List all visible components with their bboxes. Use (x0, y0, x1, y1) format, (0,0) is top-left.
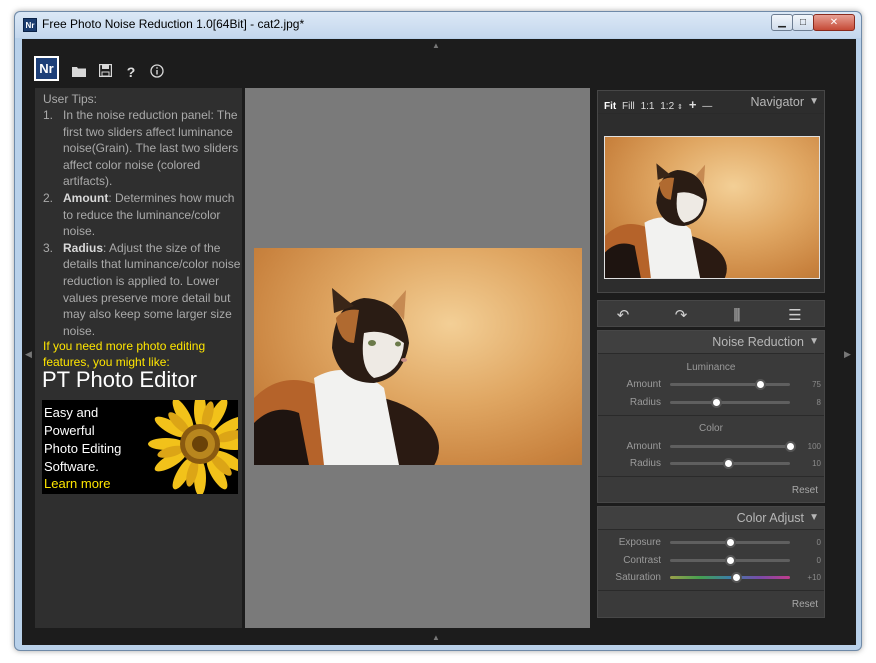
toolbar: Nr ? (34, 56, 434, 86)
product-title[interactable]: PT Photo Editor (42, 369, 197, 390)
tip-item: 3. Radius: Adjust the size of the details… (43, 240, 241, 338)
chevron-down-icon[interactable]: ▼ (809, 96, 819, 107)
tips-title: User Tips: (43, 92, 98, 106)
zoom-1-1-button[interactable]: 1:1 (641, 101, 655, 112)
slider-thumb[interactable] (725, 537, 736, 548)
slider-value: 75 (812, 380, 821, 389)
slider-label: Amount (626, 379, 661, 390)
chevron-down-icon[interactable]: ▼ (809, 336, 819, 347)
slider-thumb[interactable] (755, 379, 766, 390)
tip-item: 1. In the noise reduction panel: The firs… (43, 108, 239, 189)
navigator-title: Navigator (750, 95, 805, 109)
color-label: Color (699, 423, 723, 434)
navigator-header[interactable]: Fit Fill 1:1 1:2 ⇕ + — Navigator ▼ (598, 91, 824, 113)
ad-banner[interactable]: Easy and Powerful Photo Editing Software… (42, 400, 238, 494)
divider (598, 529, 824, 530)
zoom-stepper-icon[interactable]: ⇕ (677, 104, 683, 111)
noise-reduction-title: Noise Reduction (712, 335, 804, 349)
help-icon[interactable]: ? (123, 64, 139, 80)
window-title: Free Photo Noise Reduction 1.0[64Bit] - … (42, 17, 305, 31)
divider (598, 415, 824, 416)
info-icon[interactable] (149, 64, 165, 80)
right-panel: Fit Fill 1:1 1:2 ⇕ + — Navigator ▼ ↶ ↷ ⫼… (595, 88, 827, 628)
contrast-slider[interactable] (670, 555, 790, 566)
divider (598, 590, 824, 591)
slider-value: 10 (812, 459, 821, 468)
slider-thumb[interactable] (710, 397, 722, 408)
collapse-left-arrow-icon[interactable]: ◀ (25, 349, 32, 360)
slider-label: Contrast (623, 555, 661, 566)
close-button[interactable]: ✕ (813, 14, 855, 31)
slider-thumb[interactable] (725, 555, 736, 566)
color-reset-button[interactable]: Reset (792, 599, 818, 610)
luminance-radius-slider[interactable] (670, 397, 790, 408)
saturation-slider[interactable] (670, 572, 790, 583)
slider-value: 8 (816, 398, 821, 407)
tips-panel: User Tips: 1. In the noise reduction pane… (35, 88, 242, 628)
flip-horizontal-icon[interactable]: ⫼ (728, 307, 746, 325)
rotate-left-icon[interactable]: ↶ (614, 307, 632, 325)
navigator-thumbnail[interactable] (604, 136, 820, 279)
noise-reset-button[interactable]: Reset (792, 485, 818, 496)
save-icon[interactable] (97, 63, 113, 80)
rotate-right-icon[interactable]: ↷ (672, 307, 690, 325)
slider-value: 0 (816, 538, 821, 547)
maximize-button[interactable]: □ (792, 14, 814, 31)
sunflower-image (148, 400, 238, 494)
learn-more-link[interactable]: Learn more (44, 476, 110, 493)
fill-button[interactable]: Fill (622, 101, 635, 112)
exposure-slider[interactable] (670, 537, 790, 548)
slider-label: Exposure (618, 537, 661, 548)
fit-button[interactable]: Fit (604, 101, 616, 112)
color-adjust-header[interactable]: Color Adjust ▼ (598, 507, 824, 529)
ad-text: Easy and Powerful Photo Editing Software… (44, 405, 122, 474)
slider-value: 100 (807, 442, 821, 451)
transform-tools: ↶ ↷ ⫼ ☰ (597, 300, 825, 327)
slider-thumb[interactable] (785, 441, 796, 452)
zoom-controls: Fit Fill 1:1 1:2 ⇕ + — (604, 97, 715, 112)
collapse-right-arrow-icon[interactable]: ▶ (844, 349, 851, 360)
color-adjust-title: Color Adjust (736, 511, 804, 525)
color-amount-slider[interactable] (670, 441, 796, 452)
divider (598, 476, 824, 477)
zoom-in-button[interactable]: + (689, 97, 697, 112)
cat-image (254, 288, 439, 465)
chevron-down-icon[interactable]: ▼ (809, 512, 819, 523)
client-area: ▲ ▲ ◀ ▶ Nr ? User Tips: 1. In the noise r… (22, 39, 856, 645)
divider (598, 113, 824, 114)
tips-list: 1. In the noise reduction panel: The firs… (43, 107, 241, 339)
noise-reduction-header[interactable]: Noise Reduction ▼ (598, 331, 824, 353)
tip-item: 2. Amount: Determines how much to reduce … (43, 190, 235, 239)
title-bar[interactable]: Nr Free Photo Noise Reduction 1.0[64Bit]… (15, 12, 861, 38)
app-logo: Nr (34, 56, 59, 81)
slider-label: Radius (629, 397, 661, 408)
luminance-label: Luminance (686, 362, 736, 373)
zoom-out-button[interactable]: — (702, 101, 712, 112)
promo-text: If you need more photo editing features,… (43, 339, 206, 369)
slider-value: 0 (816, 556, 821, 565)
image-canvas[interactable] (245, 88, 590, 628)
folder-icon[interactable] (71, 64, 87, 80)
app-icon: Nr (23, 18, 37, 32)
slider-thumb[interactable] (731, 572, 742, 583)
noise-reduction-panel: Noise Reduction ▼ Luminance Amount 75 Ra… (597, 330, 825, 503)
slider-label: Saturation (615, 572, 661, 583)
slider-value: +10 (807, 573, 821, 582)
collapse-bottom-arrow-icon[interactable]: ▲ (432, 633, 440, 642)
thumbnail-cat-image (605, 163, 727, 278)
cat-photo[interactable] (254, 248, 582, 465)
flip-vertical-icon[interactable]: ☰ (786, 307, 804, 325)
slider-label: Amount (626, 441, 661, 452)
minimize-button[interactable]: ▁ (771, 14, 793, 31)
luminance-amount-slider[interactable] (670, 379, 790, 390)
slider-thumb[interactable] (722, 458, 734, 469)
divider (598, 353, 824, 354)
color-radius-slider[interactable] (670, 458, 790, 469)
app-window: Nr Free Photo Noise Reduction 1.0[64Bit]… (14, 11, 862, 651)
slider-label: Radius (629, 458, 661, 469)
navigator-panel: Fit Fill 1:1 1:2 ⇕ + — Navigator ▼ (597, 90, 825, 293)
color-adjust-panel: Color Adjust ▼ Exposure 0 Contrast 0 Sat… (597, 506, 825, 618)
zoom-1-2-button[interactable]: 1:2 (660, 101, 674, 112)
collapse-top-arrow-icon[interactable]: ▲ (432, 41, 440, 50)
